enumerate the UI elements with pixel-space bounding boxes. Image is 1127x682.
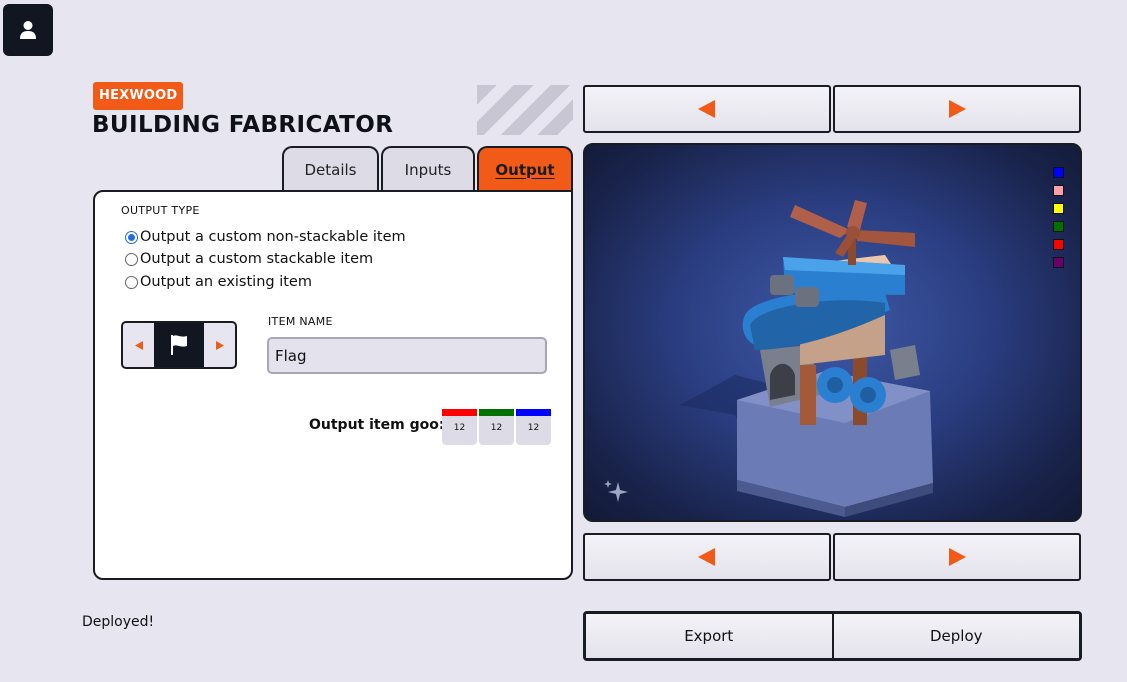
page-title: BUILDING FABRICATOR <box>92 112 394 138</box>
icon-picker <box>121 321 237 369</box>
preview-top-prev-button[interactable] <box>583 85 831 133</box>
item-name-input[interactable] <box>267 337 547 374</box>
goo-red[interactable]: 12 <box>442 409 477 445</box>
goo-red-value: 12 <box>453 423 466 433</box>
goo-red-bar <box>442 409 477 416</box>
icon-picker-prev-button[interactable] <box>123 323 154 367</box>
color-swatch-red[interactable] <box>1053 239 1064 250</box>
arrow-right-icon <box>215 340 224 350</box>
deploy-status: Deployed! <box>82 614 155 630</box>
output-item-goo-label: Output item goo: <box>309 417 445 433</box>
option-existing-item[interactable]: Output an existing item <box>125 274 312 290</box>
arrow-left-icon <box>698 100 715 118</box>
option-label: Output an existing item <box>140 274 312 290</box>
selected-icon-display <box>154 323 204 367</box>
flag-icon <box>171 335 187 355</box>
tab-output-label: Output <box>495 160 555 179</box>
icon-picker-next-button[interactable] <box>204 323 235 367</box>
tab-details-label: Details <box>304 160 357 179</box>
building-preview[interactable] <box>583 143 1082 522</box>
output-type-label: OUTPUT TYPE <box>121 204 200 217</box>
radio-button[interactable] <box>125 275 138 289</box>
action-button-group: Export Deploy <box>583 611 1082 661</box>
item-name-label: ITEM NAME <box>268 315 333 328</box>
arrow-right-icon <box>949 100 966 118</box>
goo-blue-value: 12 <box>527 423 540 433</box>
radio-button-selected[interactable] <box>125 230 138 244</box>
preview-bottom-next-button[interactable] <box>833 533 1081 581</box>
preview-top-next-button[interactable] <box>833 85 1081 133</box>
color-swatch-blue[interactable] <box>1053 167 1064 178</box>
building-model-image <box>680 200 933 517</box>
goo-blue-bar <box>516 409 551 416</box>
decorative-stripes <box>477 85 573 135</box>
color-swatch-yellow[interactable] <box>1053 203 1064 214</box>
arrow-left-icon <box>698 548 715 566</box>
option-label: Output a custom non-stackable item <box>140 229 406 245</box>
deploy-button[interactable]: Deploy <box>833 614 1079 658</box>
output-panel: OUTPUT TYPE Output a custom non-stackabl… <box>93 190 573 580</box>
user-icon <box>20 21 36 39</box>
tab-output[interactable]: Output <box>477 146 573 191</box>
arrow-left-icon <box>134 340 143 350</box>
sparkle-icon[interactable] <box>602 478 630 506</box>
user-avatar-button[interactable] <box>3 4 53 56</box>
goo-blue[interactable]: 12 <box>516 409 551 445</box>
tab-inputs-label: Inputs <box>404 160 452 179</box>
goo-green-bar <box>479 409 514 416</box>
preview-bottom-prev-button[interactable] <box>583 533 831 581</box>
goo-green-value: 12 <box>490 423 503 433</box>
tab-inputs[interactable]: Inputs <box>381 146 475 191</box>
radio-button[interactable] <box>125 252 138 266</box>
color-swatch-purple[interactable] <box>1053 257 1064 268</box>
color-swatch-pink[interactable] <box>1053 185 1064 196</box>
arrow-right-icon <box>949 548 966 566</box>
export-button[interactable]: Export <box>586 614 832 658</box>
color-swatch-green[interactable] <box>1053 221 1064 232</box>
option-custom-stackable[interactable]: Output a custom stackable item <box>125 251 373 267</box>
option-custom-non-stackable[interactable]: Output a custom non-stackable item <box>125 229 406 245</box>
option-label: Output a custom stackable item <box>140 251 374 267</box>
tab-details[interactable]: Details <box>282 146 379 191</box>
brand-badge: HEXWOOD <box>93 82 184 110</box>
goo-green[interactable]: 12 <box>479 409 514 445</box>
